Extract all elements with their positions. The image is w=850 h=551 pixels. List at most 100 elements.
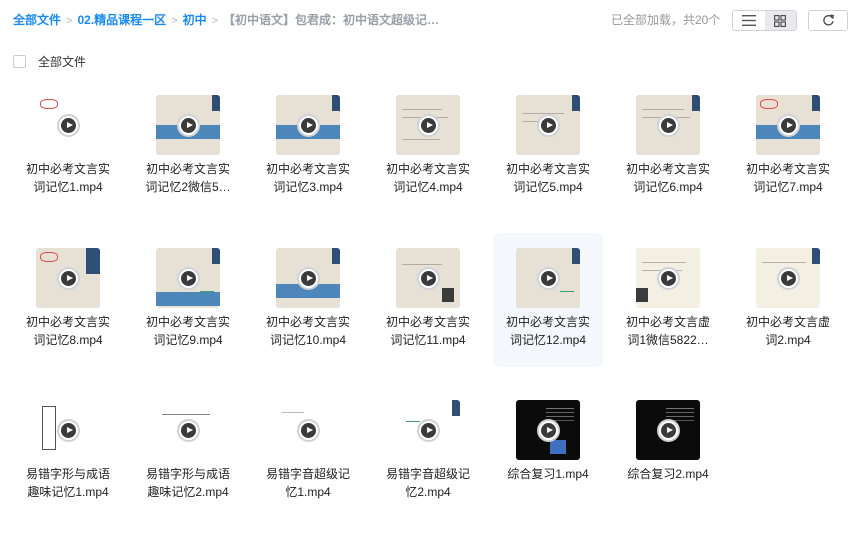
file-name-line2: 词记忆5.mp4 bbox=[513, 180, 583, 194]
file-item[interactable]: 初中必考文言实 词记忆9.mp4 bbox=[133, 233, 243, 367]
file-item[interactable]: 初中必考文言实 词记忆11.mp4 bbox=[373, 233, 483, 367]
video-thumbnail[interactable] bbox=[156, 248, 220, 308]
file-name[interactable]: 易错字形与成语 趣味记忆1.mp4 bbox=[13, 465, 123, 501]
play-icon[interactable] bbox=[657, 419, 680, 442]
video-thumbnail[interactable] bbox=[276, 95, 340, 155]
play-icon[interactable] bbox=[777, 267, 800, 290]
file-name-line2: 词记忆9.mp4 bbox=[153, 333, 223, 347]
file-item[interactable]: 初中必考文言实 词记忆10.mp4 bbox=[253, 233, 363, 367]
file-name[interactable]: 初中必考文言实 词记忆10.mp4 bbox=[253, 313, 363, 349]
play-icon[interactable] bbox=[657, 114, 680, 137]
play-icon[interactable] bbox=[177, 419, 200, 442]
file-item[interactable]: 易错字形与成语 趣味记忆1.mp4 bbox=[13, 385, 123, 519]
file-name[interactable]: 初中必考文言虚 词2.mp4 bbox=[733, 313, 843, 349]
play-icon[interactable] bbox=[297, 267, 320, 290]
file-name[interactable]: 初中必考文言虚 词1微信5822… bbox=[613, 313, 723, 349]
file-name[interactable]: 综合复习2.mp4 bbox=[613, 465, 723, 483]
play-icon[interactable] bbox=[537, 267, 560, 290]
play-icon[interactable] bbox=[57, 114, 80, 137]
play-icon[interactable] bbox=[177, 267, 200, 290]
file-item[interactable]: 初中必考文言虚 词1微信5822… bbox=[613, 233, 723, 367]
play-icon[interactable] bbox=[777, 114, 800, 137]
file-name-line2: 词2.mp4 bbox=[765, 333, 811, 347]
breadcrumb-junior-high[interactable]: 初中 bbox=[183, 13, 207, 27]
file-name-line1: 初中必考文言实 bbox=[505, 315, 590, 329]
file-name-line1: 初中必考文言实 bbox=[145, 315, 230, 329]
video-thumbnail[interactable] bbox=[36, 400, 100, 460]
file-name[interactable]: 初中必考文言实 词记忆5.mp4 bbox=[493, 160, 603, 196]
breadcrumb-separator-icon: > bbox=[171, 15, 178, 27]
file-name[interactable]: 综合复习1.mp4 bbox=[493, 465, 603, 483]
file-name[interactable]: 初中必考文言实 词记忆7.mp4 bbox=[733, 160, 843, 196]
file-name[interactable]: 初中必考文言实 词记忆12.mp4 bbox=[493, 313, 603, 349]
file-name[interactable]: 初中必考文言实 词记忆3.mp4 bbox=[253, 160, 363, 196]
file-item[interactable]: 初中必考文言实 词记忆1.mp4 bbox=[13, 80, 123, 214]
video-thumbnail[interactable] bbox=[156, 95, 220, 155]
play-icon[interactable] bbox=[657, 267, 680, 290]
file-name[interactable]: 初中必考文言实 词记忆11.mp4 bbox=[373, 313, 483, 349]
play-icon[interactable] bbox=[417, 114, 440, 137]
file-name-line1: 初中必考文言实 bbox=[145, 162, 230, 176]
file-name[interactable]: 易错字形与成语 趣味记忆2.mp4 bbox=[133, 465, 243, 501]
file-name[interactable]: 初中必考文言实 词记忆1.mp4 bbox=[13, 160, 123, 196]
breadcrumb-course-area[interactable]: 02.精品课程一区 bbox=[77, 13, 166, 27]
file-name-line2: 忆2.mp4 bbox=[405, 485, 451, 499]
file-name-line1: 综合复习1.mp4 bbox=[507, 467, 589, 481]
file-item[interactable]: 初中必考文言实 词记忆8.mp4 bbox=[13, 233, 123, 367]
file-item[interactable]: 初中必考文言实 词记忆3.mp4 bbox=[253, 80, 363, 214]
file-name[interactable]: 初中必考文言实 词记忆8.mp4 bbox=[13, 313, 123, 349]
play-icon[interactable] bbox=[537, 114, 560, 137]
video-thumbnail[interactable] bbox=[276, 400, 340, 460]
video-thumbnail[interactable] bbox=[396, 400, 460, 460]
video-thumbnail[interactable] bbox=[636, 248, 700, 308]
video-thumbnail[interactable] bbox=[36, 95, 100, 155]
play-icon[interactable] bbox=[417, 419, 440, 442]
list-view-button[interactable] bbox=[733, 11, 765, 30]
file-item[interactable]: 初中必考文言实 词记忆6.mp4 bbox=[613, 80, 723, 214]
breadcrumb-all-files[interactable]: 全部文件 bbox=[13, 13, 61, 27]
play-icon[interactable] bbox=[57, 419, 80, 442]
play-icon[interactable] bbox=[537, 419, 560, 442]
video-thumbnail[interactable] bbox=[636, 95, 700, 155]
video-thumbnail[interactable] bbox=[516, 400, 580, 460]
file-item[interactable]: 初中必考文言实 词记忆7.mp4 bbox=[733, 80, 843, 214]
video-thumbnail[interactable] bbox=[276, 248, 340, 308]
file-item[interactable]: 易错字形与成语 趣味记忆2.mp4 bbox=[133, 385, 243, 519]
video-thumbnail[interactable] bbox=[396, 95, 460, 155]
file-item[interactable]: 初中必考文言实 词记忆12.mp4 bbox=[493, 233, 603, 367]
video-thumbnail[interactable] bbox=[516, 95, 580, 155]
file-name-line2: 趣味记忆2.mp4 bbox=[147, 485, 229, 499]
file-item[interactable]: 易错字音超级记 忆1.mp4 bbox=[253, 385, 363, 519]
file-name[interactable]: 初中必考文言实 词记忆4.mp4 bbox=[373, 160, 483, 196]
play-icon[interactable] bbox=[297, 419, 320, 442]
file-name[interactable]: 易错字音超级记 忆2.mp4 bbox=[373, 465, 483, 501]
video-thumbnail[interactable] bbox=[756, 95, 820, 155]
file-name[interactable]: 易错字音超级记 忆1.mp4 bbox=[253, 465, 363, 501]
file-item[interactable]: 初中必考文言实 词记忆4.mp4 bbox=[373, 80, 483, 214]
file-item[interactable]: 初中必考文言实 词记忆5.mp4 bbox=[493, 80, 603, 214]
file-item[interactable]: 综合复习2.mp4 bbox=[613, 385, 723, 519]
file-name[interactable]: 初中必考文言实 词记忆6.mp4 bbox=[613, 160, 723, 196]
file-name-line1: 初中必考文言实 bbox=[625, 162, 710, 176]
play-icon[interactable] bbox=[297, 114, 320, 137]
file-item[interactable]: 综合复习1.mp4 bbox=[493, 385, 603, 519]
video-thumbnail[interactable] bbox=[36, 248, 100, 308]
file-item[interactable]: 初中必考文言虚 词2.mp4 bbox=[733, 233, 843, 367]
file-name-line1: 易错字音超级记 bbox=[385, 467, 470, 481]
file-name[interactable]: 初中必考文言实 词记忆2微信5… bbox=[133, 160, 243, 196]
grid-view-button[interactable] bbox=[764, 11, 796, 30]
file-item[interactable]: 易错字音超级记 忆2.mp4 bbox=[373, 385, 483, 519]
select-all-checkbox[interactable] bbox=[13, 54, 26, 68]
play-icon[interactable] bbox=[417, 267, 440, 290]
video-thumbnail[interactable] bbox=[636, 400, 700, 460]
play-icon[interactable] bbox=[177, 114, 200, 137]
file-item[interactable]: 初中必考文言实 词记忆2微信5… bbox=[133, 80, 243, 214]
video-thumbnail[interactable] bbox=[396, 248, 460, 308]
video-thumbnail[interactable] bbox=[516, 248, 580, 308]
video-thumbnail[interactable] bbox=[756, 248, 820, 308]
video-thumbnail[interactable] bbox=[156, 400, 220, 460]
play-icon[interactable] bbox=[57, 267, 80, 290]
refresh-button[interactable] bbox=[808, 10, 848, 31]
file-name-line2: 词记忆4.mp4 bbox=[393, 180, 463, 194]
file-name[interactable]: 初中必考文言实 词记忆9.mp4 bbox=[133, 313, 243, 349]
